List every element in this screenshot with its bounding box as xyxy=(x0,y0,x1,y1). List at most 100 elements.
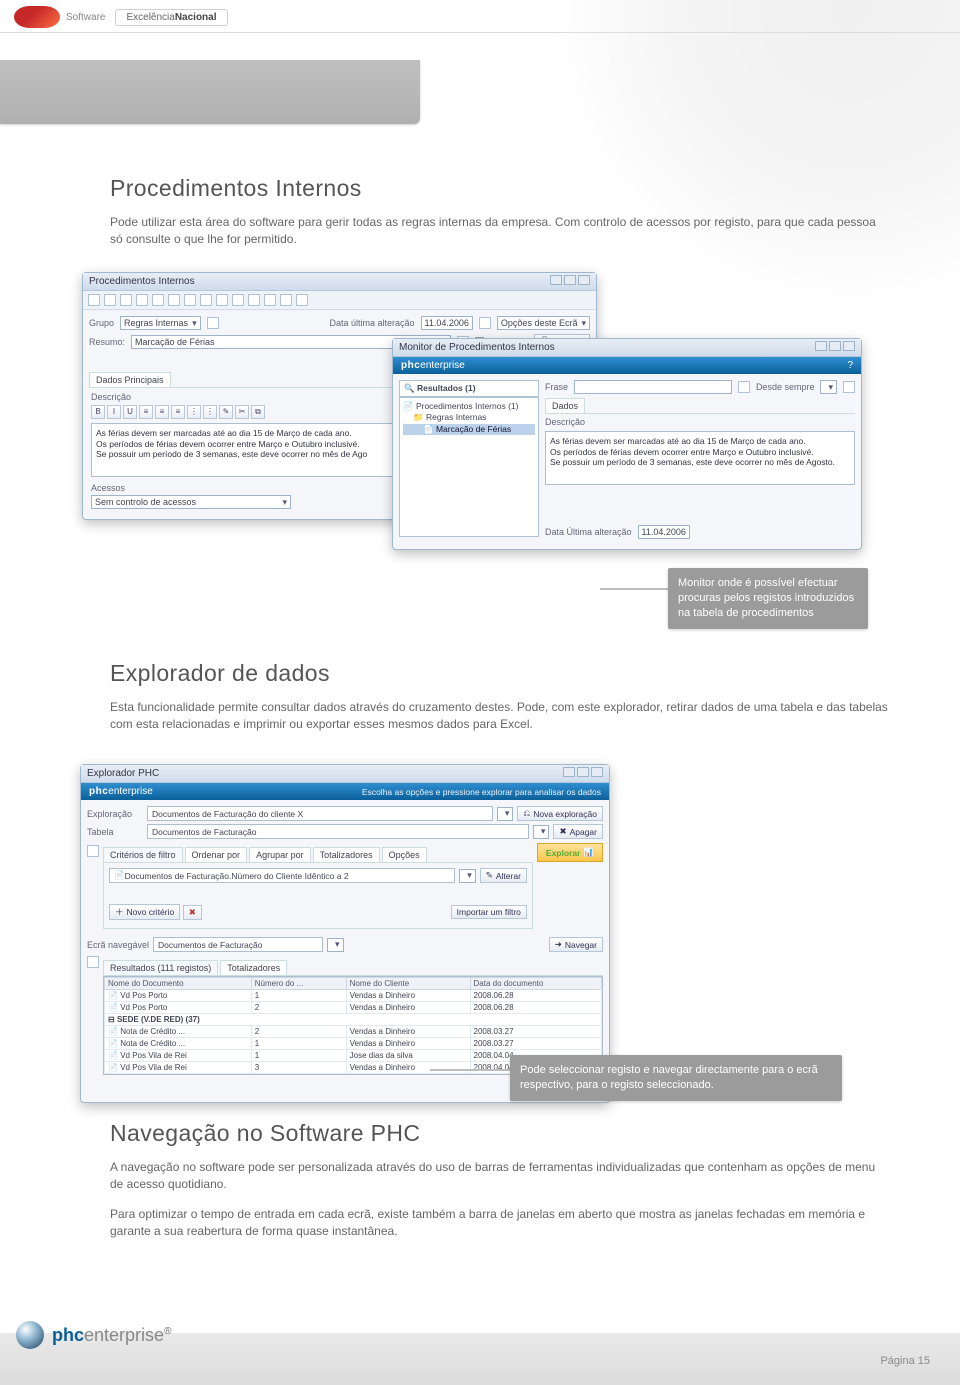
delete-criterio-button[interactable]: ✖ xyxy=(183,905,202,920)
footer-brand: phcenterprise® xyxy=(16,1321,171,1349)
callout-connector xyxy=(430,1069,510,1071)
section3-body2: Para optimizar o tempo de entrada em cad… xyxy=(110,1206,890,1241)
tab-dados[interactable]: Dados xyxy=(545,398,585,413)
toolbar-icon[interactable] xyxy=(136,294,148,306)
data-label: Data última alteração xyxy=(329,318,414,328)
brand-bar: phcenterprise ? xyxy=(393,357,861,374)
data-field[interactable]: 11.04.2006 xyxy=(421,316,473,330)
resultados-header: 🔍 Resultados (1) xyxy=(399,380,539,397)
toolbar-icon[interactable] xyxy=(248,294,260,306)
callout-navegacao: Pode seleccionar registo e navegar direc… xyxy=(510,1055,842,1101)
rte-btn[interactable]: ⋮ xyxy=(187,405,201,419)
rte-btn[interactable]: B xyxy=(91,405,105,419)
toolbar-icon[interactable] xyxy=(216,294,228,306)
section2-title: Explorador de dados xyxy=(110,660,890,687)
help-icon[interactable]: ? xyxy=(847,360,853,371)
window-controls[interactable] xyxy=(561,767,603,780)
window-titlebar: Monitor de Procedimentos Internos xyxy=(393,339,861,357)
criterio-row[interactable]: 📄 Documentos de Facturação.Número do Cli… xyxy=(109,868,455,883)
apagar-button[interactable]: ✖ Apagar xyxy=(553,824,603,839)
section3-title: Navegação no Software PHC xyxy=(110,1120,890,1147)
exploracao-combo[interactable]: ▾ xyxy=(497,807,514,821)
toolbar-icon[interactable] xyxy=(296,294,308,306)
tabela-label: Tabela xyxy=(87,827,143,837)
brand-bar: phcenterprise Escolha as opções e pressi… xyxy=(81,783,609,800)
monitor-data-label: Data Última alteração xyxy=(545,527,632,537)
tab-totalizadores2[interactable]: Totalizadores xyxy=(220,960,287,975)
info-icon[interactable] xyxy=(87,845,99,857)
importar-filtro-button[interactable]: Importar um filtro xyxy=(451,905,527,919)
rte-btn[interactable]: ≡ xyxy=(171,405,185,419)
descricao-label: Descrição xyxy=(545,417,855,427)
toolbar-icon[interactable] xyxy=(152,294,164,306)
tab-opcoes[interactable]: Opções xyxy=(382,847,427,862)
rte-btn[interactable]: I xyxy=(107,405,121,419)
tagline-light: Excelência xyxy=(126,12,174,23)
window-controls[interactable] xyxy=(813,341,855,354)
navegavel-combo[interactable]: ▾ xyxy=(327,938,344,952)
logo: Software xyxy=(14,6,105,28)
callout-connector xyxy=(600,588,670,590)
monitor-descricao-text: As férias devem ser marcadas até ao dia … xyxy=(545,431,855,485)
tabela-input[interactable]: Documentos de Facturação xyxy=(147,824,529,839)
monitor-window-title: Monitor de Procedimentos Internos xyxy=(399,342,555,353)
frase-input[interactable] xyxy=(574,380,732,394)
rte-btn[interactable]: ⧉ xyxy=(251,405,265,419)
tab-agrupar[interactable]: Agrupar por xyxy=(249,847,311,862)
logo-swoosh-icon xyxy=(14,6,60,28)
nova-exploracao-button[interactable]: ⎌ Nova exploração xyxy=(517,806,603,821)
section1-body: Pode utilizar esta área do software para… xyxy=(110,214,890,249)
tab-ordenar[interactable]: Ordenar por xyxy=(185,847,248,862)
rte-btn[interactable]: U xyxy=(123,405,137,419)
tab-dados-principais[interactable]: Dados Principais xyxy=(89,372,171,387)
tree-view[interactable]: 📄 Procedimentos Internos (1) 📁 Regras In… xyxy=(399,397,539,537)
tab-totalizadores[interactable]: Totalizadores xyxy=(313,847,380,862)
window-toolbar xyxy=(83,291,596,310)
rte-btn[interactable]: ≡ xyxy=(155,405,169,419)
toolbar-icon[interactable] xyxy=(88,294,100,306)
rte-btn[interactable]: ⋮ xyxy=(203,405,217,419)
resumo-label: Resumo: xyxy=(89,337,125,347)
section2-body: Esta funcionalidade permite consultar da… xyxy=(110,699,890,734)
toolbar-icon[interactable] xyxy=(184,294,196,306)
tab-resultados[interactable]: Resultados (111 registos) xyxy=(103,960,218,975)
window-controls[interactable] xyxy=(548,275,590,288)
opcoes-combo[interactable]: Opções deste Ecrã▾ xyxy=(497,316,590,330)
instruction-text: Escolha as opções e pressione explorar p… xyxy=(362,787,601,797)
find-icon[interactable] xyxy=(843,381,855,393)
toolbar-icon[interactable] xyxy=(264,294,276,306)
callout-monitor: Monitor onde é possível efectuar procura… xyxy=(668,568,868,629)
navegavel-input[interactable]: Documentos de Facturação xyxy=(153,937,323,952)
rte-btn[interactable]: ✎ xyxy=(219,405,233,419)
toolbar-icon[interactable] xyxy=(200,294,212,306)
cal-icon[interactable] xyxy=(479,317,491,329)
navegar-button[interactable]: ➜ Navegar xyxy=(549,937,603,952)
novo-criterio-button[interactable]: ＋ Novo critério xyxy=(109,904,180,920)
explorar-button[interactable]: Explorar 📊 xyxy=(537,843,603,862)
page-number: Página 15 xyxy=(880,1355,930,1367)
section1-title: Procedimentos Internos xyxy=(110,175,890,202)
rte-btn[interactable]: ✂ xyxy=(235,405,249,419)
alterar-button[interactable]: ✎ Alterar xyxy=(480,868,527,883)
table-row: 📄 Nota de Crédito ...2Vendas a Dinheiro2… xyxy=(105,1026,602,1038)
toolbar-icon[interactable] xyxy=(280,294,292,306)
desde-combo[interactable]: ▾ xyxy=(820,380,837,394)
toolbar-icon[interactable] xyxy=(104,294,116,306)
navegavel-label: Ecrã navegável xyxy=(87,940,149,950)
grey-banner xyxy=(0,60,420,124)
grupo-icon[interactable] xyxy=(207,317,219,329)
criterio-combo[interactable]: ▾ xyxy=(459,869,476,883)
grupo-combo[interactable]: Regras Internas▾ xyxy=(120,316,201,330)
acessos-combo[interactable]: Sem controlo de acessos▾ xyxy=(91,495,291,509)
tab-criterios[interactable]: Critérios de filtro xyxy=(103,847,183,862)
tabela-combo[interactable]: ▾ xyxy=(533,825,550,839)
frase-label: Frase xyxy=(545,382,568,392)
search-icon[interactable] xyxy=(738,381,750,393)
toolbar-icon[interactable] xyxy=(120,294,132,306)
toolbar-icon[interactable] xyxy=(232,294,244,306)
exploracao-input[interactable]: Documentos de Facturação do cliente X xyxy=(147,806,493,821)
tagline-bold: Nacional xyxy=(175,12,217,23)
monitor-window: Monitor de Procedimentos Internos phcent… xyxy=(392,338,862,550)
toolbar-icon[interactable] xyxy=(168,294,180,306)
rte-btn[interactable]: ≡ xyxy=(139,405,153,419)
